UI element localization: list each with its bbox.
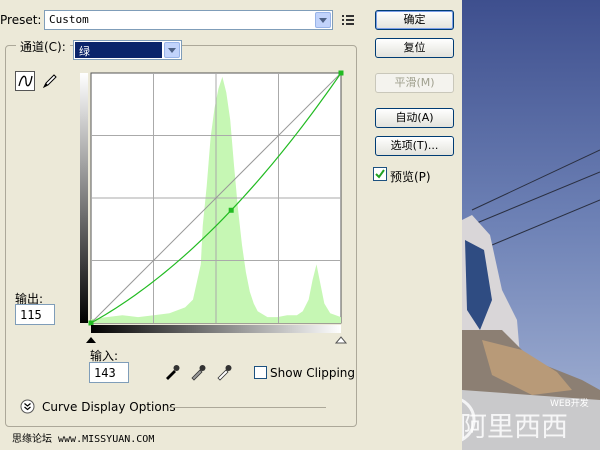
auto-button[interactable]: 自动(A) [375, 108, 454, 128]
options-button[interactable]: 选项(T)... [375, 136, 454, 156]
output-field[interactable]: 115 [15, 304, 55, 325]
curve-tool[interactable] [15, 71, 35, 91]
watermark-big: 阿里西西 [462, 412, 568, 443]
show-clipping-label: Show Clipping [270, 366, 356, 380]
white-point-slider[interactable] [334, 336, 348, 344]
preset-value: Custom [49, 13, 89, 26]
black-point-slider[interactable] [86, 337, 96, 343]
channel-label: 通道(C): [16, 38, 70, 55]
curve-control-point[interactable] [338, 70, 344, 76]
pencil-icon [42, 74, 57, 89]
photo-image [462, 0, 600, 450]
divider [168, 407, 326, 408]
black-eyedropper-icon[interactable] [163, 363, 181, 381]
curve-control-point[interactable] [88, 320, 94, 326]
preview-checkbox[interactable] [373, 167, 387, 181]
ok-button[interactable]: 确定 [375, 10, 454, 30]
preset-menu-icon[interactable] [341, 13, 357, 27]
preset-dropdown[interactable]: Custom [44, 10, 333, 30]
smooth-button[interactable]: 平滑(M) [375, 73, 454, 93]
curve-icon [18, 75, 33, 87]
output-gradient-bar [80, 73, 88, 323]
white-eyedropper-icon[interactable] [215, 363, 233, 381]
expand-chevron-icon[interactable] [20, 399, 35, 414]
curve-display-options-label: Curve Display Options [42, 400, 176, 414]
channel-value: 绿 [79, 45, 90, 58]
pencil-tool[interactable] [40, 71, 60, 91]
curve-control-point[interactable] [228, 207, 234, 213]
watermark-text: 思缘论坛 www.MISSYUAN.COM [12, 434, 155, 445]
chevron-down-icon[interactable] [315, 12, 331, 28]
show-clipping-checkbox[interactable] [254, 366, 267, 379]
photo-preview: WEB开发 阿里西西 [462, 0, 600, 450]
curves-chart[interactable] [80, 60, 350, 350]
preset-label: Preset: [0, 13, 42, 27]
input-field[interactable]: 143 [89, 362, 129, 383]
gray-eyedropper-icon[interactable] [189, 363, 207, 381]
checkmark-icon [375, 169, 385, 179]
input-gradient-bar [91, 325, 341, 333]
preview-label: 预览(P) [390, 170, 431, 184]
channel-dropdown[interactable]: 绿 [73, 40, 182, 60]
reset-button[interactable]: 复位 [375, 38, 454, 58]
chevron-down-icon[interactable] [164, 42, 180, 58]
